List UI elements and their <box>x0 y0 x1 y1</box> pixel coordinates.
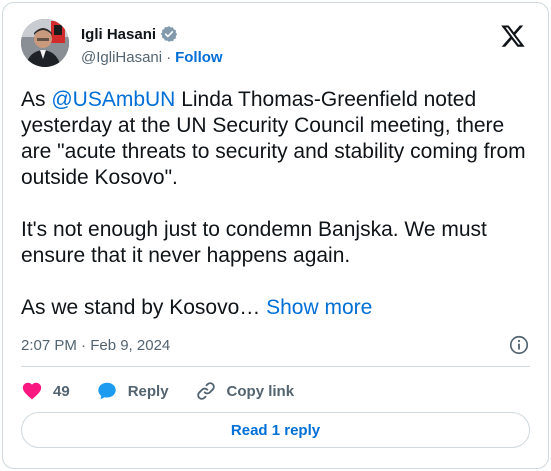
separator-dot: · <box>166 49 172 66</box>
copy-link-button[interactable]: Copy link <box>195 380 295 402</box>
tweet-body: Linda Thomas-Greenfield noted yesterday … <box>21 88 526 319</box>
action-bar: 49 Reply Copy link <box>21 379 320 403</box>
like-count: 49 <box>53 382 70 400</box>
copy-link-label: Copy link <box>226 382 295 400</box>
reply-icon <box>97 382 116 400</box>
mention-link[interactable]: @USAmbUN <box>51 88 175 111</box>
tweet-text: As @USAmbUN Linda Thomas-Greenfield note… <box>21 87 531 321</box>
tweet-timestamp[interactable]: 2:07 PM · Feb 9, 2024 <box>21 337 170 354</box>
read-replies-button[interactable]: Read 1 reply <box>21 412 530 448</box>
tweet-meta: 2:07 PM · Feb 9, 2024 <box>21 334 530 356</box>
link-icon <box>196 382 215 400</box>
tweet-header: Igli Hasani @IgliHasani · Follow <box>21 19 530 79</box>
info-icon[interactable] <box>508 334 530 356</box>
author-names: Igli Hasani @IgliHasani · Follow <box>81 23 223 67</box>
verified-badge-icon <box>160 26 178 42</box>
author-display-name[interactable]: Igli Hasani <box>81 26 156 43</box>
heart-icon <box>22 382 42 400</box>
follow-button[interactable]: Follow <box>175 49 223 66</box>
reply-button[interactable]: Reply <box>96 380 169 402</box>
like-button[interactable]: 49 <box>21 380 70 402</box>
tweet-card: Igli Hasani @IgliHasani · Follow As @USA… <box>2 2 549 469</box>
x-logo-icon[interactable] <box>500 23 526 49</box>
divider <box>21 366 530 367</box>
show-more-link[interactable]: Show more <box>266 296 372 319</box>
avatar[interactable] <box>21 19 69 67</box>
reply-label: Reply <box>127 382 169 400</box>
tweet-prefix: As <box>21 88 52 111</box>
author-handle[interactable]: @IgliHasani <box>81 49 162 66</box>
